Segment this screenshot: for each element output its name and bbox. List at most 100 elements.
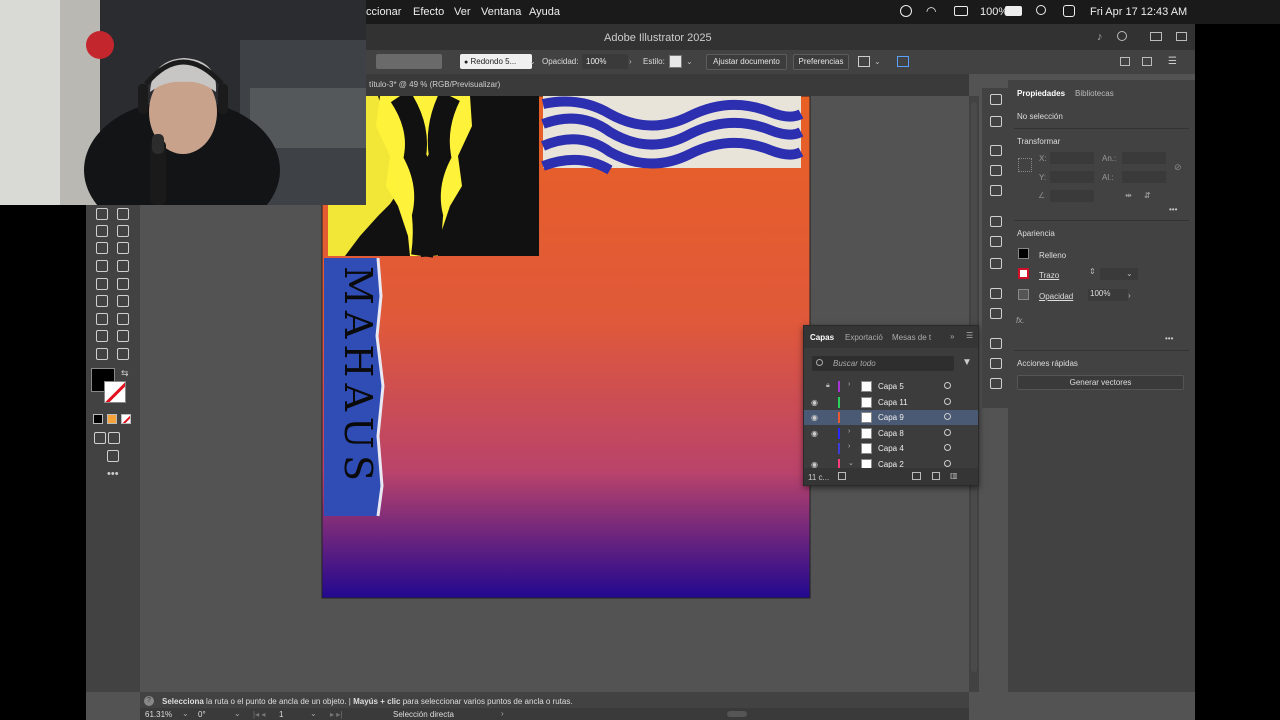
display-icon[interactable]: [954, 6, 968, 16]
chevron-down-icon[interactable]: ⌄: [529, 57, 536, 66]
layers-search[interactable]: Buscar todo: [812, 356, 954, 371]
help-icon[interactable]: ?: [144, 696, 154, 706]
slice-icon[interactable]: [115, 311, 129, 325]
target-circle-icon[interactable]: [944, 382, 951, 389]
expand-chevron-icon[interactable]: ›: [848, 428, 850, 435]
chevron-down-icon[interactable]: ⌄: [1126, 269, 1133, 278]
appearance-icon[interactable]: [988, 286, 1002, 300]
chevron-down-icon[interactable]: ⌄: [182, 709, 189, 718]
bell-icon[interactable]: ♪: [1097, 31, 1103, 43]
panel-toggle-icon[interactable]: [1176, 32, 1187, 41]
workspace-icon[interactable]: [1150, 32, 1162, 41]
layer-row[interactable]: 🔒︎ › Capa 5: [804, 379, 978, 394]
gradient-panel-icon[interactable]: [988, 234, 1002, 248]
last-artboard-icon[interactable]: ▸ ▸|: [330, 710, 342, 719]
color-guide-icon[interactable]: [988, 143, 1002, 157]
visibility-eye-icon[interactable]: ◉: [811, 398, 818, 407]
expand-chevron-icon[interactable]: ⌄: [848, 459, 854, 467]
brush-select[interactable]: ● Redondo 5...: [460, 54, 532, 69]
more-options-icon[interactable]: •••: [1169, 205, 1177, 214]
artboard-tool-icon[interactable]: [115, 206, 129, 220]
align-panel-icon[interactable]: [988, 214, 1002, 228]
more-tools-icon[interactable]: •••: [107, 468, 119, 480]
rotation-value[interactable]: 0°: [198, 710, 206, 719]
export-icon[interactable]: [988, 356, 1002, 370]
tab-properties[interactable]: Propiedades: [1017, 89, 1065, 98]
artboard-number[interactable]: 1: [279, 710, 283, 719]
chevron-down-icon[interactable]: ⌄: [686, 57, 693, 66]
link-icon[interactable]: ⊘: [1174, 162, 1182, 173]
battery-icon[interactable]: [1005, 6, 1022, 16]
width-field[interactable]: [1122, 152, 1166, 164]
wave-image[interactable]: [541, 96, 804, 175]
flip-horizontal-icon[interactable]: ⇹: [1125, 191, 1132, 200]
symbol-icon[interactable]: [115, 293, 129, 307]
layer-name[interactable]: Capa 5: [878, 382, 904, 391]
stroke-weight-field[interactable]: [376, 54, 442, 69]
draw-inside-icon[interactable]: [106, 430, 120, 444]
menu-seleccionar[interactable]: ccionar: [366, 6, 401, 18]
wifi-icon[interactable]: ◠: [926, 4, 936, 18]
layers-icon[interactable]: [988, 336, 1002, 350]
stroke-swatch[interactable]: [1018, 268, 1029, 279]
shape-builder-icon[interactable]: [94, 240, 108, 254]
stepper-icon[interactable]: ⇕: [1089, 267, 1096, 276]
stroke-label[interactable]: Trazo: [1039, 271, 1059, 280]
gradient-icon[interactable]: [115, 258, 129, 272]
swap-icon[interactable]: ⇆: [121, 368, 129, 379]
layer-row[interactable]: ◉ Capa 9: [804, 410, 978, 425]
menu-efecto[interactable]: Efecto: [413, 6, 444, 18]
target-circle-icon[interactable]: [944, 444, 951, 451]
menu-ventana[interactable]: Ventana: [481, 6, 521, 18]
libraries-icon[interactable]: [988, 114, 1002, 128]
fit-document-button[interactable]: Ajustar documento: [706, 54, 787, 70]
more-tabs-icon[interactable]: »: [950, 332, 954, 341]
stroke-swatch[interactable]: [104, 381, 126, 403]
search-icon[interactable]: [1117, 31, 1127, 41]
pen-tool-icon[interactable]: [94, 328, 108, 342]
lock-icon[interactable]: 🔒︎: [826, 382, 830, 390]
spotlight-icon[interactable]: [1036, 5, 1046, 15]
blend-icon[interactable]: [115, 276, 129, 290]
new-layer-icon[interactable]: [932, 472, 940, 480]
chevron-right-icon[interactable]: ›: [1128, 291, 1131, 300]
collect-export-icon[interactable]: [838, 472, 846, 480]
menu-ver[interactable]: Ver: [454, 6, 471, 18]
expand-chevron-icon[interactable]: ›: [848, 443, 850, 450]
brushes-icon[interactable]: [988, 163, 1002, 177]
opacity-label[interactable]: Opacidad: [1039, 292, 1073, 301]
properties-icon[interactable]: [988, 92, 1002, 106]
flip-vertical-icon[interactable]: ⇵: [1144, 191, 1151, 200]
expand-chevron-icon[interactable]: ›: [848, 381, 850, 388]
height-field[interactable]: [1122, 171, 1166, 183]
horizontal-scroll-thumb[interactable]: [727, 711, 747, 717]
target-circle-icon[interactable]: [944, 413, 951, 420]
chevron-down-icon[interactable]: ⌄: [234, 709, 241, 718]
menu-ayuda[interactable]: Ayuda: [529, 6, 560, 18]
first-artboard-icon[interactable]: |◂ ◂: [253, 710, 265, 719]
visibility-eye-icon[interactable]: ◉: [811, 429, 818, 438]
sublayer-icon[interactable]: [912, 472, 921, 480]
screen-mode-icon[interactable]: [105, 448, 119, 462]
trash-icon[interactable]: ▥: [950, 471, 958, 480]
panel-menu-icon[interactable]: ☰: [966, 331, 973, 340]
filter-icon[interactable]: ▼: [962, 357, 972, 368]
perspective-icon[interactable]: [115, 240, 129, 254]
chevron-down-icon[interactable]: ⌄: [874, 57, 881, 66]
column-graph-icon[interactable]: [94, 311, 108, 325]
layer-name[interactable]: Capa 11: [878, 398, 908, 407]
chevron-right-icon[interactable]: ›: [629, 57, 632, 66]
generate-vectors-button[interactable]: Generar vectores: [1017, 375, 1184, 390]
y-field[interactable]: [1050, 171, 1094, 183]
draw-mode-icon[interactable]: [92, 430, 106, 444]
transform-icon[interactable]: [897, 56, 909, 67]
reference-point-icon[interactable]: [1018, 158, 1032, 172]
zoom-level[interactable]: 61.31%: [145, 710, 172, 719]
x-field[interactable]: [1050, 152, 1094, 164]
target-circle-icon[interactable]: [944, 428, 951, 436]
undo-icon[interactable]: [94, 206, 108, 220]
symbols-icon[interactable]: [988, 183, 1002, 197]
align-icon[interactable]: [858, 56, 870, 67]
layers-tool-icon[interactable]: [94, 346, 108, 360]
visibility-eye-icon[interactable]: ◉: [811, 413, 818, 422]
